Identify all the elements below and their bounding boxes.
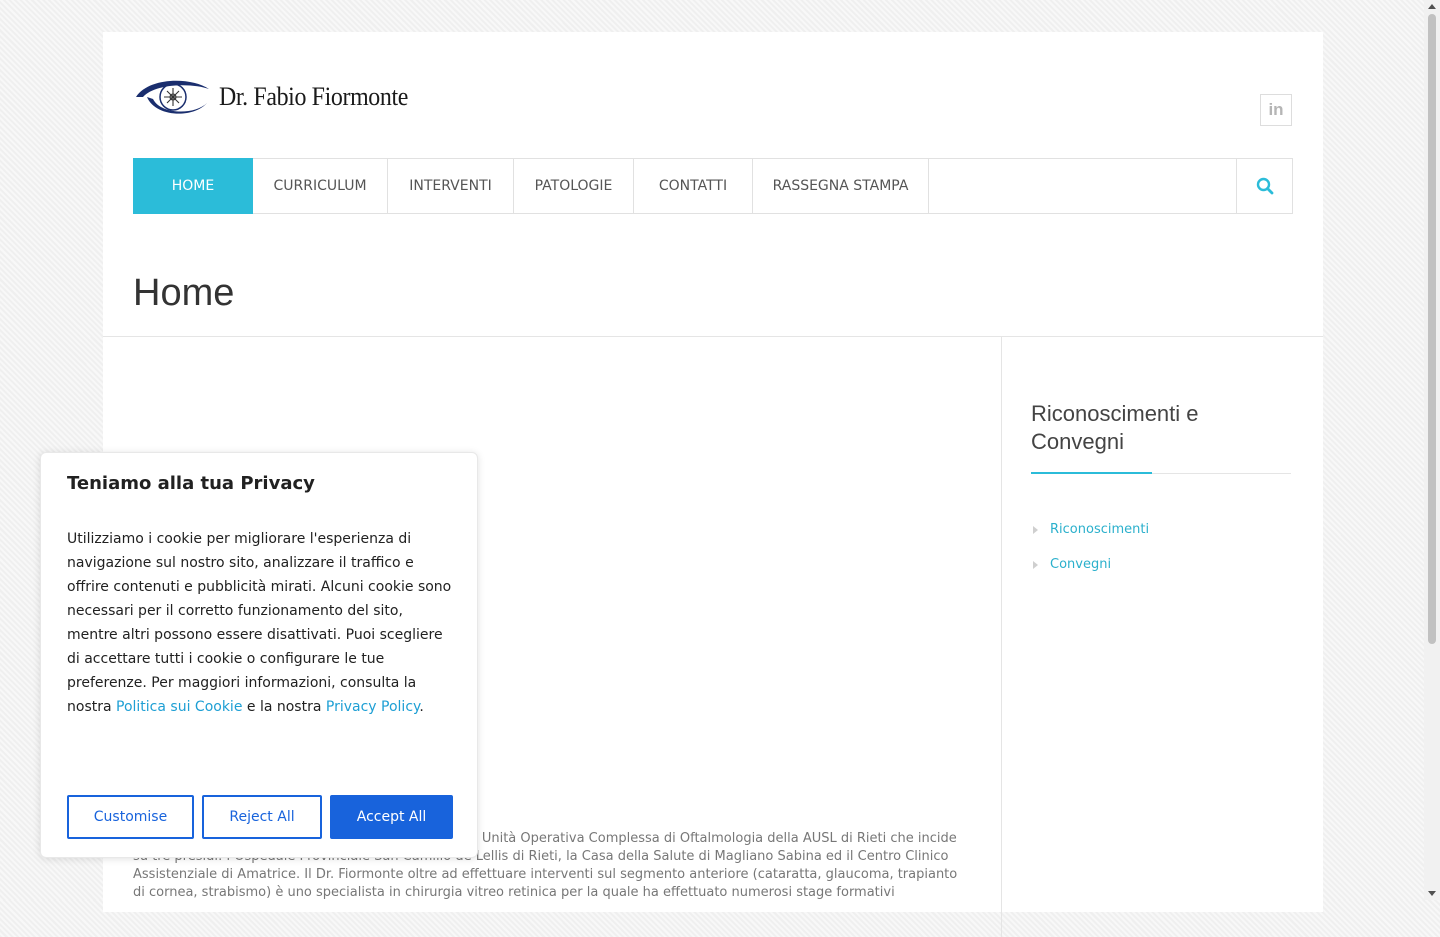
- nav-item-rassegna-stampa[interactable]: RASSEGNA STAMPA: [753, 159, 929, 213]
- nav-item-patologie[interactable]: PATOLOGIE: [514, 159, 634, 213]
- divider: [103, 336, 1323, 337]
- sidebar-link-label: Riconoscimenti: [1050, 522, 1150, 537]
- sidebar-link-riconoscimenti[interactable]: Riconoscimenti: [1031, 512, 1149, 547]
- search-button[interactable]: [1236, 159, 1292, 213]
- cookie-consent-banner: Teniamo alla tua Privacy Utilizziamo i c…: [40, 452, 478, 858]
- sidebar-link-label: Convegni: [1050, 557, 1112, 572]
- nav-item-interventi[interactable]: INTERVENTI: [388, 159, 514, 213]
- nav-item-contatti[interactable]: CONTATTI: [634, 159, 753, 213]
- site-logo[interactable]: Dr. Fabio Fiormonte: [133, 72, 424, 122]
- privacy-policy-link[interactable]: Privacy Policy: [326, 699, 419, 715]
- caret-right-icon: [1033, 560, 1038, 569]
- cookie-banner-text: Utilizziamo i cookie per migliorare l'es…: [67, 527, 457, 719]
- sidebar-links: Riconoscimenti Convegni: [1031, 512, 1149, 582]
- main-nav: HOME CURRICULUM INTERVENTI PATOLOGIE CON…: [133, 158, 1293, 214]
- sidebar-title: Riconoscimenti e Convegni: [1031, 401, 1199, 454]
- cookie-text-part: .: [419, 699, 424, 715]
- cookie-text-part: Utilizziamo i cookie per migliorare l'es…: [67, 531, 452, 715]
- page-title: Home: [133, 272, 235, 314]
- logo-text: Dr. Fabio Fiormonte: [219, 82, 409, 111]
- sidebar-link-convegni[interactable]: Convegni: [1031, 547, 1149, 582]
- search-icon: [1256, 177, 1273, 195]
- accept-all-button[interactable]: Accept All: [330, 795, 453, 839]
- reject-all-button[interactable]: Reject All: [202, 795, 322, 839]
- sidebar-title-accent: [1031, 472, 1152, 474]
- nav-item-home[interactable]: HOME: [133, 158, 253, 214]
- cookie-text-part: e la nostra: [242, 699, 326, 715]
- linkedin-icon[interactable]: in: [1260, 94, 1292, 126]
- nav-item-curriculum[interactable]: CURRICULUM: [253, 159, 388, 213]
- customise-button[interactable]: Customise: [67, 795, 194, 839]
- column-divider: [1001, 337, 1002, 937]
- cookie-policy-link[interactable]: Politica sui Cookie: [116, 699, 242, 715]
- scrollbar-thumb[interactable]: [1428, 14, 1436, 644]
- page-scrollbar[interactable]: [1424, 0, 1440, 900]
- scroll-up-icon[interactable]: [1428, 4, 1436, 9]
- scroll-down-icon[interactable]: [1428, 891, 1436, 896]
- cookie-banner-title: Teniamo alla tua Privacy: [67, 473, 315, 494]
- caret-right-icon: [1033, 525, 1038, 534]
- eye-logo-icon: [136, 80, 209, 114]
